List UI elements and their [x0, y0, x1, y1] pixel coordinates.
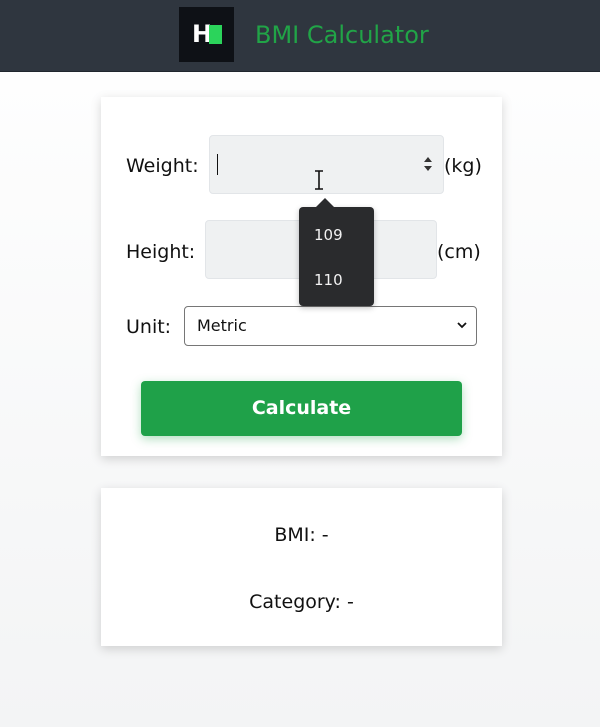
autocomplete-option[interactable]: 110 — [314, 270, 343, 290]
i-beam-cursor-icon — [315, 170, 323, 190]
height-label: Height: — [126, 241, 196, 263]
app-logo: H — [179, 7, 234, 62]
weight-input[interactable] — [209, 135, 444, 194]
unit-select[interactable]: Metric — [184, 306, 477, 346]
bmi-result: BMI: - — [274, 524, 329, 546]
dropdown-arrow — [316, 198, 334, 207]
app-header: H BMI Calculator — [0, 0, 600, 72]
calculate-button[interactable]: Calculate — [141, 381, 462, 436]
bmi-result-card: BMI: - Category: - — [101, 488, 502, 646]
app-title: BMI Calculator — [255, 21, 429, 49]
unit-label: Unit: — [126, 316, 172, 338]
logo-block — [209, 25, 222, 44]
weight-unit: (kg) — [444, 155, 482, 177]
weight-label: Weight: — [126, 155, 199, 177]
spinner-arrows-icon[interactable] — [423, 155, 433, 173]
text-caret — [217, 154, 218, 175]
height-unit: (cm) — [437, 241, 481, 263]
autocomplete-option[interactable]: 109 — [314, 225, 343, 245]
unit-select-value: Metric — [197, 316, 247, 335]
autocomplete-dropdown: 109 110 — [299, 198, 374, 306]
chevron-down-icon — [457, 322, 467, 329]
category-result: Category: - — [249, 591, 354, 613]
